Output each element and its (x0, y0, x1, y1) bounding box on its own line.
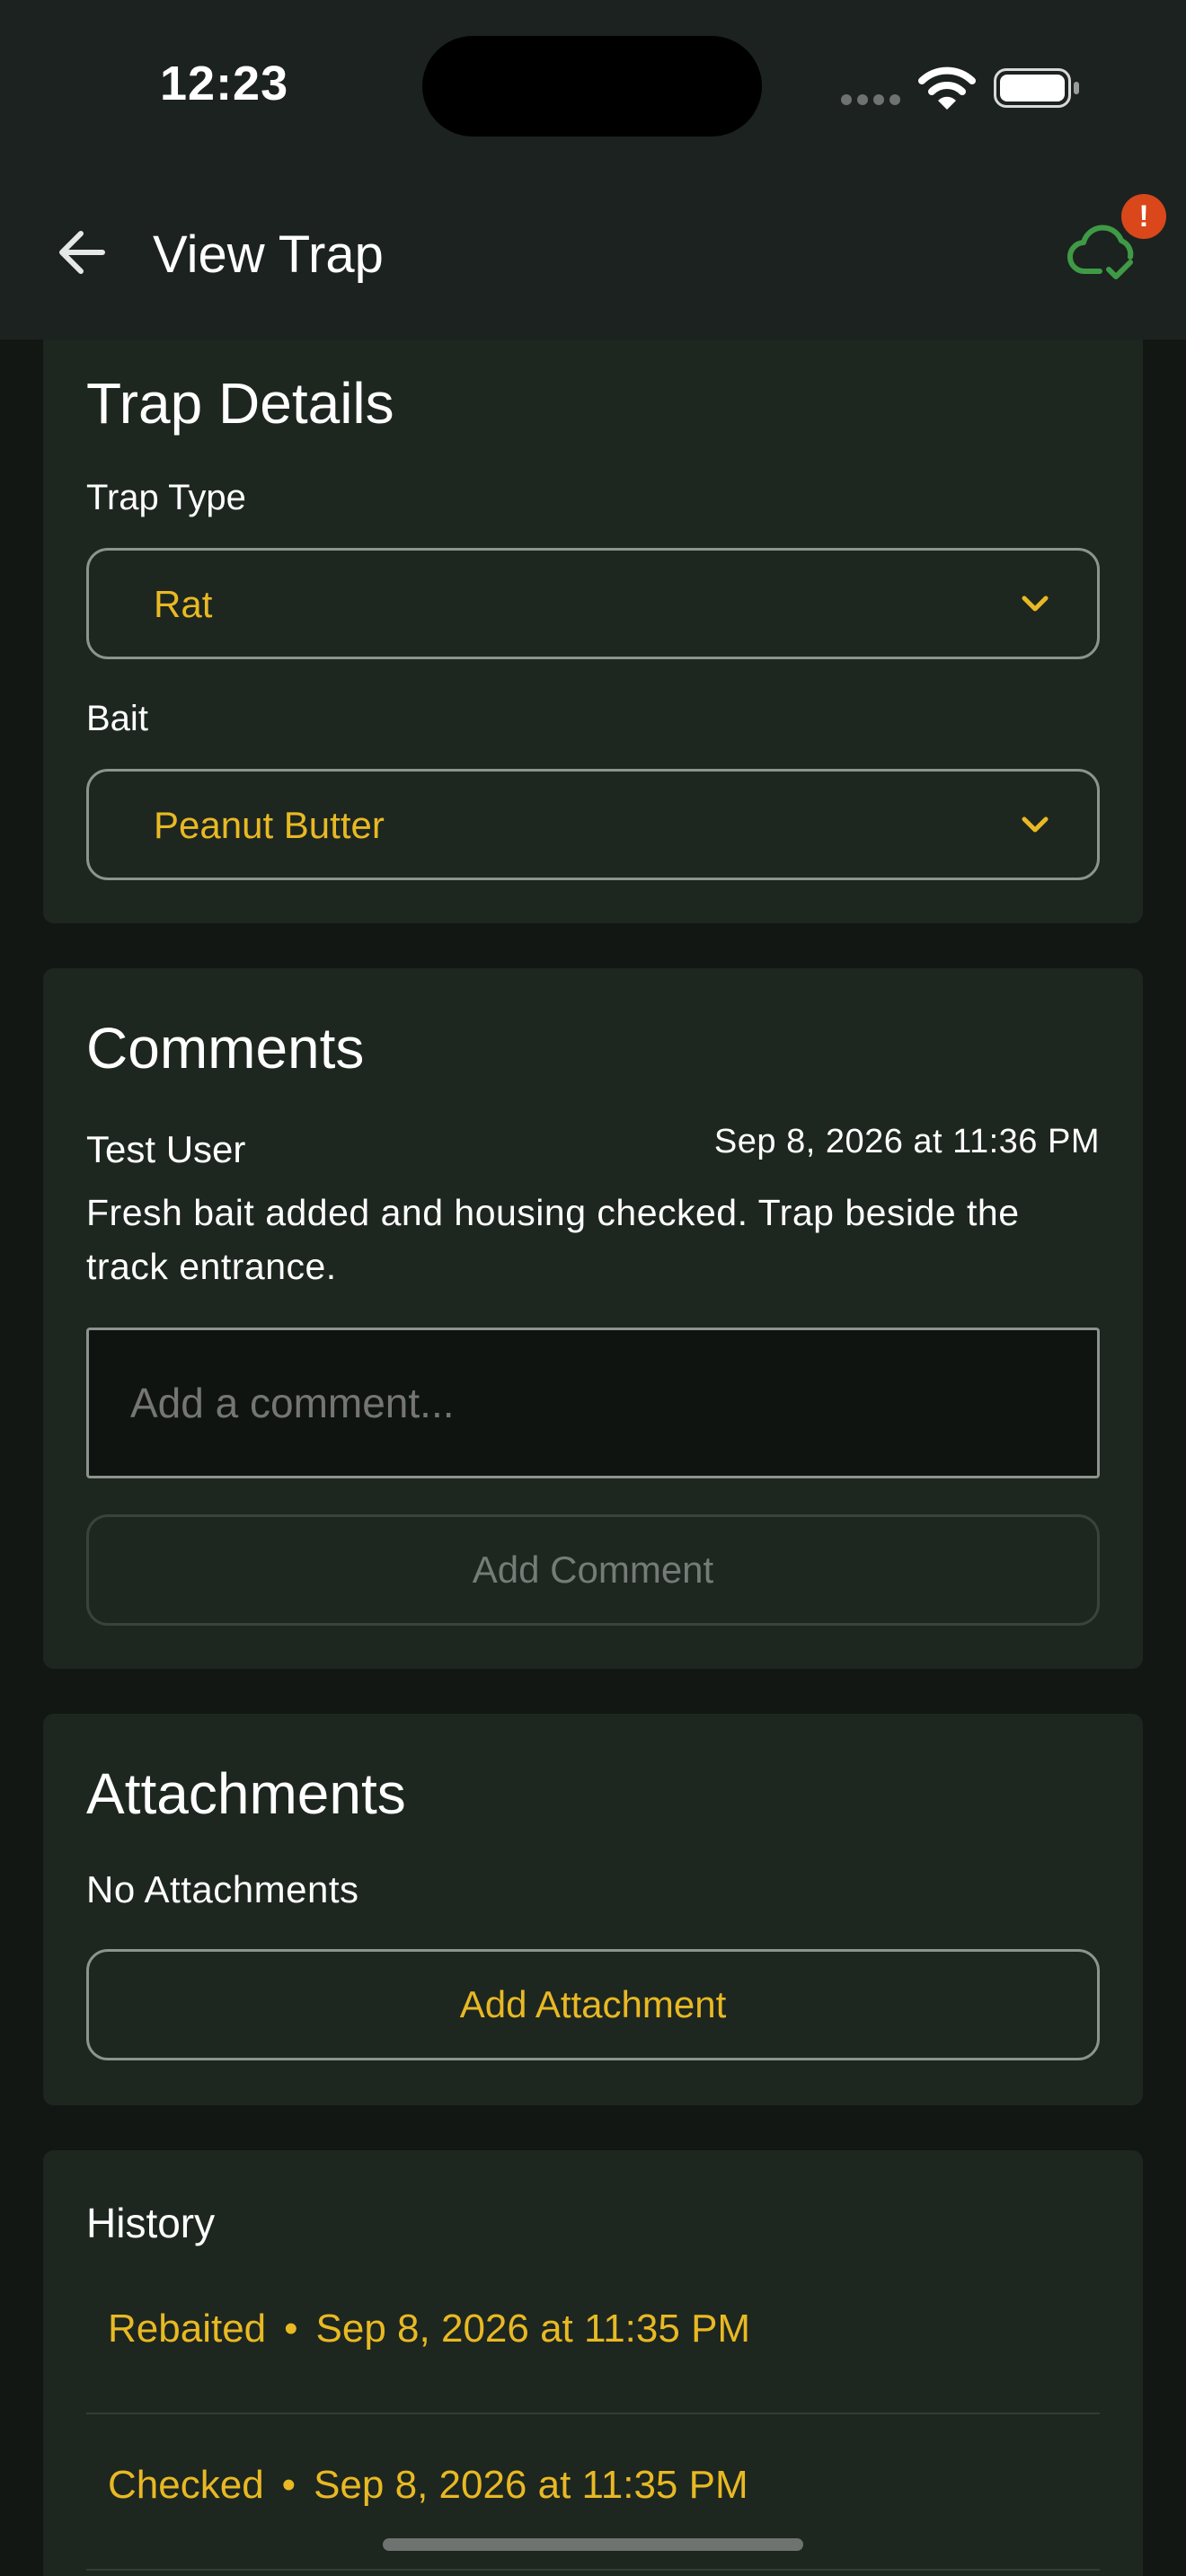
comments-title: Comments (86, 1016, 365, 1081)
comments-card: Comments Test User Sep 8, 2026 at 11:36 … (43, 968, 1143, 1669)
chevron-down-icon (1022, 816, 1049, 833)
bait-select[interactable]: Peanut Butter (86, 769, 1100, 880)
comment-input[interactable] (86, 1328, 1100, 1478)
history-item[interactable]: Rebaited • Sep 8, 2026 at 11:35 PM (86, 2258, 1100, 2414)
comment-text: Fresh bait added and housing checked. Tr… (86, 1192, 1020, 1287)
attachments-card: Attachments No Attachments Add Attachmen… (43, 1714, 1143, 2105)
chevron-down-icon (1022, 595, 1049, 612)
cellular-signal-icon (841, 93, 906, 110)
no-attachments-text: No Attachments (86, 1868, 359, 1910)
wifi-icon (918, 66, 976, 110)
bait-value: Peanut Butter (154, 804, 385, 846)
add-attachment-button[interactable]: Add Attachment (86, 1949, 1100, 2060)
comment-date: Sep 8, 2026 at 11:36 PM (713, 1123, 1100, 1160)
comment-author: Test User (86, 1128, 246, 1170)
history-date: Sep 8, 2026 at 11:35 PM (314, 2463, 748, 2507)
app-screen: 12:23 View Trap ! Trap Details Trap Type… (0, 0, 1186, 2576)
trap-details-title: Trap Details (86, 371, 394, 436)
add-comment-button[interactable]: Add Comment (86, 1514, 1100, 1626)
app-header: 12:23 View Trap ! (0, 0, 1186, 340)
page-title: View Trap (153, 225, 384, 284)
separator-dot: • (284, 2307, 298, 2351)
bait-label: Bait (86, 699, 148, 738)
trap-details-card: Trap Details Trap Type Rat Bait Peanut B… (43, 323, 1143, 923)
back-arrow-icon[interactable] (50, 221, 113, 284)
home-indicator[interactable] (383, 2538, 803, 2551)
history-title: History (86, 2200, 216, 2246)
history-action: Rebaited (108, 2307, 267, 2351)
history-card: History Rebaited • Sep 8, 2026 at 11:35 PM… (43, 2150, 1143, 2576)
battery-icon (994, 68, 1079, 108)
separator-dot: • (281, 2463, 296, 2507)
trap-type-select[interactable]: Rat (86, 548, 1100, 659)
sync-warning-badge: ! (1121, 194, 1166, 239)
status-time: 12:23 (160, 57, 289, 110)
trap-type-value: Rat (154, 583, 213, 625)
history-action: Checked (108, 2463, 264, 2507)
history-date: Sep 8, 2026 at 11:35 PM (315, 2307, 751, 2351)
attachments-title: Attachments (86, 1761, 406, 1826)
dynamic-island (422, 36, 762, 137)
trap-type-label: Trap Type (86, 478, 246, 517)
